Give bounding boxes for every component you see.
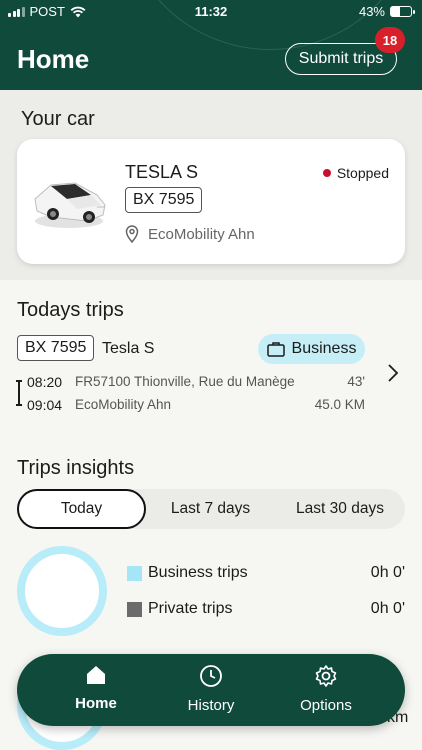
battery-level — [391, 7, 400, 16]
nav-home-label: Home — [75, 695, 117, 712]
legend-private-label: Private trips — [148, 600, 233, 617]
chevron-right-icon[interactable] — [386, 363, 400, 383]
clock-icon — [200, 665, 222, 687]
tab-last-7-days[interactable]: Last 7 days — [146, 489, 275, 529]
car-plate: BX 7595 — [125, 187, 203, 213]
legend-business: Business trips 0h 0' — [127, 563, 405, 585]
car-status-label: Stopped — [336, 165, 389, 181]
car-location: EcoMobility Ahn — [125, 225, 255, 243]
trip-end-time: 09:04 — [27, 397, 63, 413]
status-dot-icon — [322, 169, 331, 177]
car-name: TESLA S — [125, 162, 199, 182]
car-location-label: EcoMobility Ahn — [148, 225, 255, 243]
gear-icon — [315, 665, 337, 687]
notification-badge: 18 — [375, 27, 405, 53]
trip-distance: 45.0 KM — [314, 397, 365, 412]
trip-end-place: EcoMobility Ahn — [75, 397, 172, 412]
home-icon — [87, 666, 105, 684]
nav-options-label: Options — [300, 697, 352, 714]
trip-plate: BX 7595 — [17, 335, 95, 361]
trip-category-chip: Business — [258, 334, 365, 364]
bottom-navigation: Home History Options — [17, 654, 405, 726]
private-swatch — [127, 602, 142, 617]
app-header: POST 11:32 43% Home Submit trips 18 — [0, 0, 422, 90]
location-pin-icon — [125, 225, 139, 243]
briefcase-icon — [266, 342, 285, 357]
trip-car-name: Tesla S — [102, 340, 155, 357]
trip-category-label: Business — [291, 340, 357, 357]
trip-summary-row[interactable]: BX 7595 Tesla S Business — [17, 334, 405, 364]
trip-duration: 43' — [347, 374, 365, 389]
status-bar: POST 11:32 43% — [0, 0, 422, 24]
todays-trips-title: Todays trips — [17, 299, 124, 321]
nav-history-label: History — [187, 697, 235, 714]
legend-private-value: 0h 0' — [370, 600, 405, 617]
timeline-connector — [16, 380, 22, 406]
status-right: 43% — [358, 4, 415, 19]
nav-history[interactable]: History — [156, 664, 266, 720]
trip-start-place: FR57100 Thionville, Rue du Manège — [75, 374, 295, 389]
your-car-title: Your car — [21, 108, 95, 130]
insights-title: Trips insights — [17, 457, 135, 479]
legend-business-label: Business trips — [148, 564, 248, 581]
nav-home[interactable]: Home — [41, 664, 151, 720]
nav-options[interactable]: Options — [271, 664, 381, 720]
tab-today[interactable]: Today — [17, 489, 146, 529]
page-title: Home — [17, 44, 90, 74]
trip-start-time: 08:20 — [27, 374, 63, 390]
car-status: Stopped — [322, 165, 389, 181]
insights-period-tabs: Today Last 7 days Last 30 days — [17, 489, 405, 529]
trips-donut-chart — [17, 546, 107, 636]
battery-icon — [390, 6, 415, 17]
business-swatch — [127, 566, 142, 581]
car-card[interactable]: TESLA S BX 7595 Stopped EcoMobility Ahn — [17, 139, 405, 264]
legend-business-value: 0h 0' — [370, 564, 405, 581]
car-image — [34, 182, 106, 228]
battery-percent: 43% — [358, 4, 385, 19]
tab-last-30-days[interactable]: Last 30 days — [275, 489, 405, 529]
legend-private: Private trips 0h 0' — [127, 599, 405, 621]
